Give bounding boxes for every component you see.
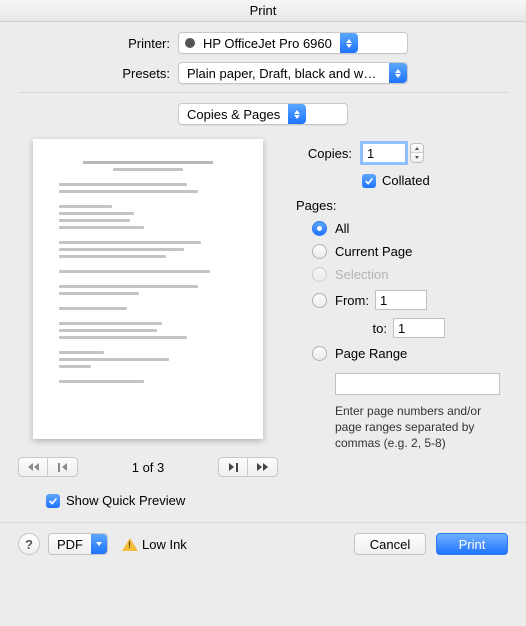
cancel-button[interactable]: Cancel (354, 533, 426, 555)
preview-page (33, 139, 263, 439)
page-range-input[interactable] (335, 373, 500, 395)
show-quick-preview-checkbox[interactable] (46, 494, 60, 508)
to-input[interactable] (393, 318, 445, 338)
from-input[interactable] (375, 290, 427, 310)
check-icon (48, 496, 58, 506)
pages-heading: Pages: (296, 198, 508, 213)
pdf-menu-button[interactable]: PDF (48, 533, 108, 555)
presets-label: Presets: (18, 66, 178, 81)
divider (0, 522, 526, 523)
show-quick-preview-label: Show Quick Preview (66, 493, 185, 508)
printer-label: Printer: (18, 36, 178, 51)
page-range-hint: Enter page numbers and/or page ranges se… (335, 403, 505, 452)
warning-icon (122, 538, 138, 551)
printer-status-icon (185, 38, 195, 48)
collated-checkbox[interactable] (362, 174, 376, 188)
pages-selection-radio (312, 267, 327, 282)
pages-all-label: All (335, 221, 349, 236)
help-button[interactable]: ? (18, 533, 40, 555)
chevron-down-icon (91, 534, 107, 554)
first-page-button[interactable] (18, 457, 48, 477)
chevron-updown-icon (340, 33, 358, 53)
check-icon (364, 176, 374, 186)
presets-select[interactable]: Plain paper, Draft, black and white (178, 62, 408, 84)
pages-from-radio[interactable] (312, 293, 327, 308)
to-label: to: (355, 321, 387, 336)
printer-select[interactable]: HP OfficeJet Pro 6960 (178, 32, 408, 54)
chevron-updown-icon (288, 104, 306, 124)
from-label: From: (335, 293, 369, 308)
collated-label: Collated (382, 173, 430, 188)
printer-status-text: Low Ink (142, 537, 187, 552)
copies-label: Copies: (296, 146, 362, 161)
page-indicator: 1 of 3 (132, 460, 165, 475)
copies-input[interactable] (362, 143, 406, 163)
pages-range-radio[interactable] (312, 346, 327, 361)
print-button[interactable]: Print (436, 533, 508, 555)
pages-current-radio[interactable] (312, 244, 327, 259)
pages-all-radio[interactable] (312, 221, 327, 236)
chevron-updown-icon (389, 63, 407, 83)
last-page-button[interactable] (248, 457, 278, 477)
section-select[interactable]: Copies & Pages (178, 103, 348, 125)
prev-page-button[interactable] (48, 457, 78, 477)
next-page-button[interactable] (218, 457, 248, 477)
pages-selection-label: Selection (335, 267, 388, 282)
pages-current-label: Current Page (335, 244, 412, 259)
pages-range-label: Page Range (335, 346, 407, 361)
window-title: Print (0, 0, 526, 22)
copies-stepper[interactable] (410, 143, 424, 163)
divider (18, 92, 508, 93)
